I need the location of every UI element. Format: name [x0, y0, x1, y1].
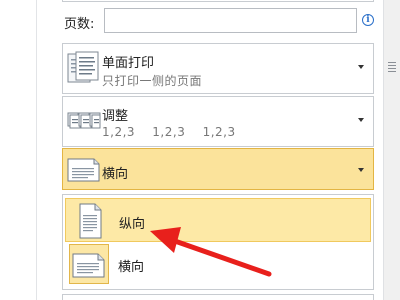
scrollbar[interactable]: [383, 0, 400, 300]
red-arrow-icon: [150, 227, 272, 277]
scrollbar-grip-icon[interactable]: [388, 62, 396, 74]
print-settings-panel: 页数: i 单面打印 只打印一侧的页面 调整 1,2,3 1,2,3 1,2,3…: [0, 0, 400, 300]
